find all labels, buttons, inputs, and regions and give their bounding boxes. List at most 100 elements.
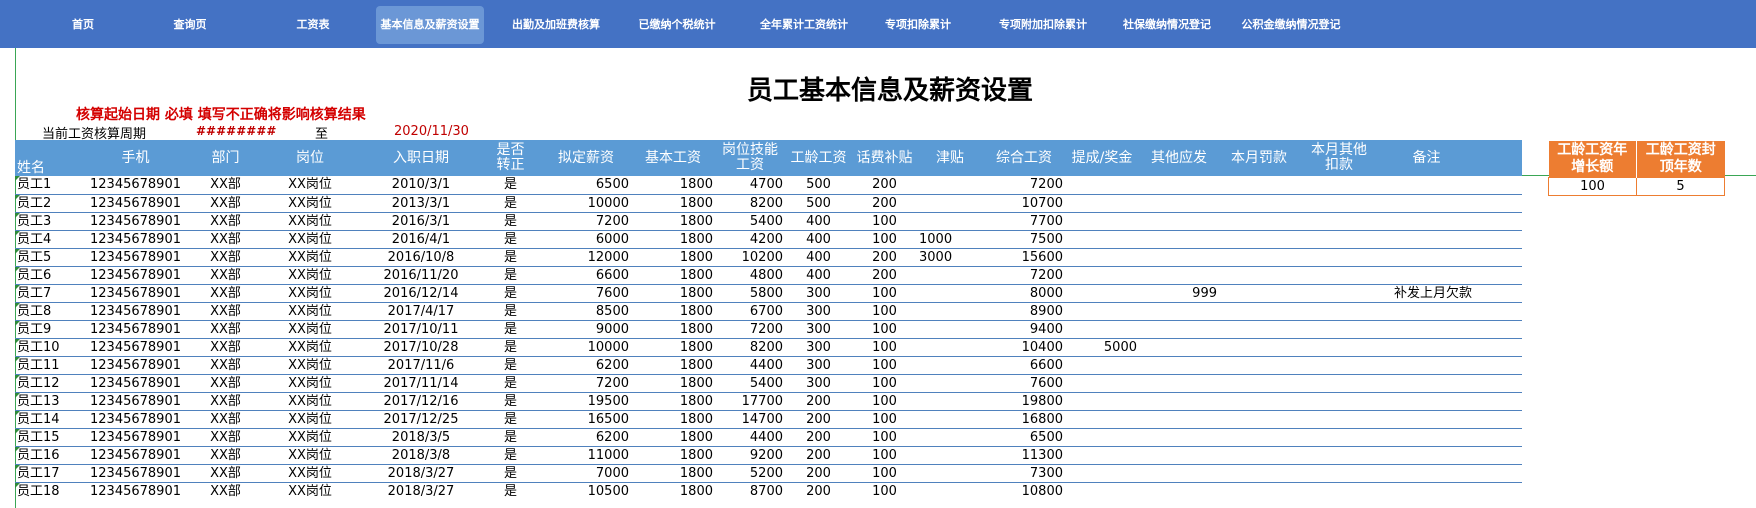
cell-fine[interactable]	[1219, 482, 1299, 500]
cell-allowance[interactable]: 3000	[917, 248, 983, 267]
cell-skill[interactable]: 8200	[715, 194, 785, 213]
cell-allowance[interactable]	[917, 194, 983, 213]
period-start-cell[interactable]: ########	[196, 124, 276, 138]
cell-base[interactable]: 1800	[631, 410, 715, 429]
cell-blank[interactable]	[1474, 248, 1522, 267]
cell-remark[interactable]	[1379, 428, 1474, 447]
cell-proposed[interactable]: 6200	[541, 428, 631, 447]
cell-phone-allowance[interactable]: 100	[852, 338, 917, 357]
cell-fine[interactable]	[1219, 194, 1299, 213]
cell-allowance[interactable]	[917, 410, 983, 429]
cell-name[interactable]: 员工10	[15, 338, 78, 357]
cell-base[interactable]: 1800	[631, 356, 715, 375]
cell-hire-date[interactable]: 2013/3/1	[362, 194, 480, 213]
cell-base[interactable]: 1800	[631, 338, 715, 357]
cell-regular[interactable]: 是	[480, 194, 541, 213]
cell-dept[interactable]: XX部	[193, 428, 258, 447]
cell-bonus[interactable]	[1065, 464, 1139, 483]
nav-special-additional[interactable]: 专项附加扣除累计	[990, 6, 1096, 44]
cell-remark[interactable]	[1379, 446, 1474, 465]
cell-proposed[interactable]: 7000	[541, 464, 631, 483]
cell-post[interactable]: XX岗位	[258, 482, 362, 500]
cell-dept[interactable]: XX部	[193, 482, 258, 500]
cell-skill[interactable]: 4800	[715, 266, 785, 285]
cell-blank[interactable]	[1474, 284, 1522, 303]
cell-total[interactable]: 15600	[983, 248, 1065, 267]
cell-name[interactable]: 员工8	[15, 302, 78, 321]
cell-post[interactable]: XX岗位	[258, 212, 362, 231]
cell-name[interactable]: 员工5	[15, 248, 78, 267]
nav-basic-info[interactable]: 基本信息及薪资设置	[376, 6, 484, 44]
cell-dept[interactable]: XX部	[193, 266, 258, 285]
cell-bonus[interactable]	[1065, 320, 1139, 339]
cell-name[interactable]: 员工16	[15, 446, 78, 465]
cell-skill[interactable]: 5200	[715, 464, 785, 483]
cell-proposed[interactable]: 10000	[541, 338, 631, 357]
col-header-bonus[interactable]: 提成/奖金	[1065, 140, 1139, 176]
cell-bonus[interactable]	[1065, 302, 1139, 321]
cell-skill[interactable]: 10200	[715, 248, 785, 267]
cell-skill[interactable]: 5400	[715, 374, 785, 393]
cell-regular[interactable]: 是	[480, 266, 541, 285]
cell-regular[interactable]: 是	[480, 212, 541, 231]
cell-dept[interactable]: XX部	[193, 392, 258, 411]
cell-post[interactable]: XX岗位	[258, 356, 362, 375]
seniority-cap-cell[interactable]: 5	[1636, 176, 1725, 196]
cell-other-deduct[interactable]	[1299, 176, 1379, 195]
cell-dept[interactable]: XX部	[193, 410, 258, 429]
cell-fine[interactable]	[1219, 176, 1299, 195]
cell-hire-date[interactable]: 2016/3/1	[362, 212, 480, 231]
cell-post[interactable]: XX岗位	[258, 374, 362, 393]
cell-total[interactable]: 6500	[983, 428, 1065, 447]
cell-post[interactable]: XX岗位	[258, 392, 362, 411]
cell-post[interactable]: XX岗位	[258, 302, 362, 321]
cell-remark[interactable]	[1379, 320, 1474, 339]
cell-phone[interactable]: 12345678901	[78, 356, 193, 375]
cell-phone[interactable]: 12345678901	[78, 302, 193, 321]
cell-total[interactable]: 11300	[983, 446, 1065, 465]
cell-dept[interactable]: XX部	[193, 248, 258, 267]
cell-phone-allowance[interactable]: 100	[852, 428, 917, 447]
cell-base[interactable]: 1800	[631, 212, 715, 231]
cell-other-pay[interactable]	[1139, 446, 1219, 465]
cell-seniority[interactable]: 200	[785, 482, 852, 500]
cell-dept[interactable]: XX部	[193, 176, 258, 195]
nav-payroll[interactable]: 工资表	[283, 6, 343, 44]
cell-name[interactable]: 员工15	[15, 428, 78, 447]
cell-fine[interactable]	[1219, 356, 1299, 375]
cell-remark[interactable]	[1379, 176, 1474, 195]
cell-dept[interactable]: XX部	[193, 302, 258, 321]
cell-seniority[interactable]: 400	[785, 212, 852, 231]
col-header-base[interactable]: 基本工资	[631, 140, 715, 176]
cell-allowance[interactable]	[917, 176, 983, 195]
cell-base[interactable]: 1800	[631, 392, 715, 411]
cell-bonus[interactable]	[1065, 482, 1139, 500]
cell-dept[interactable]: XX部	[193, 338, 258, 357]
cell-regular[interactable]: 是	[480, 176, 541, 195]
cell-hire-date[interactable]: 2018/3/27	[362, 482, 480, 500]
cell-other-deduct[interactable]	[1299, 266, 1379, 285]
cell-phone[interactable]: 12345678901	[78, 248, 193, 267]
cell-other-pay[interactable]	[1139, 266, 1219, 285]
cell-fine[interactable]	[1219, 374, 1299, 393]
cell-skill[interactable]: 7200	[715, 320, 785, 339]
cell-post[interactable]: XX岗位	[258, 410, 362, 429]
cell-total[interactable]: 7200	[983, 176, 1065, 195]
cell-allowance[interactable]	[917, 464, 983, 483]
cell-fine[interactable]	[1219, 230, 1299, 249]
cell-name[interactable]: 员工14	[15, 410, 78, 429]
cell-base[interactable]: 1800	[631, 374, 715, 393]
cell-fine[interactable]	[1219, 284, 1299, 303]
cell-name[interactable]: 员工13	[15, 392, 78, 411]
cell-phone-allowance[interactable]: 100	[852, 410, 917, 429]
cell-remark[interactable]	[1379, 230, 1474, 249]
cell-fine[interactable]	[1219, 338, 1299, 357]
cell-dept[interactable]: XX部	[193, 374, 258, 393]
cell-phone-allowance[interactable]: 100	[852, 464, 917, 483]
cell-allowance[interactable]	[917, 374, 983, 393]
cell-other-deduct[interactable]	[1299, 428, 1379, 447]
cell-allowance[interactable]	[917, 320, 983, 339]
cell-allowance[interactable]	[917, 302, 983, 321]
cell-blank[interactable]	[1474, 338, 1522, 357]
col-header-name[interactable]: 姓名	[15, 140, 78, 176]
